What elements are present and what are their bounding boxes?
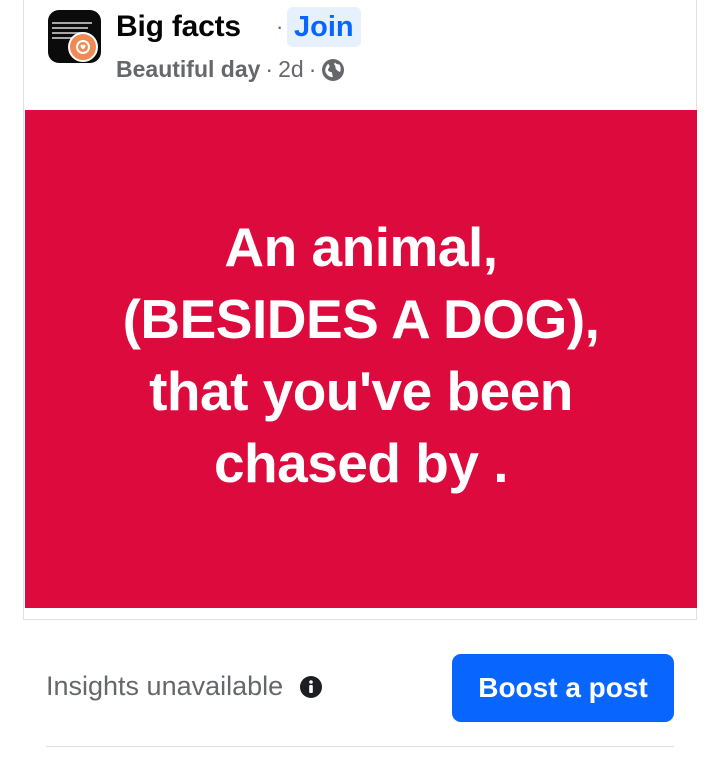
- post-background[interactable]: An animal, (BESIDES A DOG), that you've …: [25, 110, 697, 608]
- avatar-text-line: [52, 27, 88, 29]
- meta-separator: ·: [265, 56, 274, 82]
- group-name[interactable]: Big facts: [116, 10, 241, 44]
- post-card: Big facts · Join Beautiful day · 2d · An…: [23, 0, 697, 620]
- join-button[interactable]: Join: [287, 7, 361, 47]
- post-time[interactable]: 2d: [278, 56, 304, 83]
- avatar-text-line: [52, 22, 92, 24]
- insights-text: Insights unavailable: [46, 671, 284, 701]
- insights-status: Insights unavailable: [46, 671, 323, 702]
- author-name[interactable]: Beautiful day: [116, 56, 260, 83]
- post-text: An animal, (BESIDES A DOG), that you've …: [122, 216, 600, 494]
- meta-separator: ·: [308, 56, 317, 82]
- post-meta: Beautiful day · 2d ·: [116, 56, 345, 83]
- boost-post-button[interactable]: Boost a post: [452, 654, 674, 722]
- divider: [46, 746, 674, 747]
- info-icon[interactable]: [299, 675, 323, 699]
- title-separator: ·: [276, 14, 284, 39]
- globe-icon: [322, 58, 345, 81]
- avatar-badge-icon: [68, 32, 98, 62]
